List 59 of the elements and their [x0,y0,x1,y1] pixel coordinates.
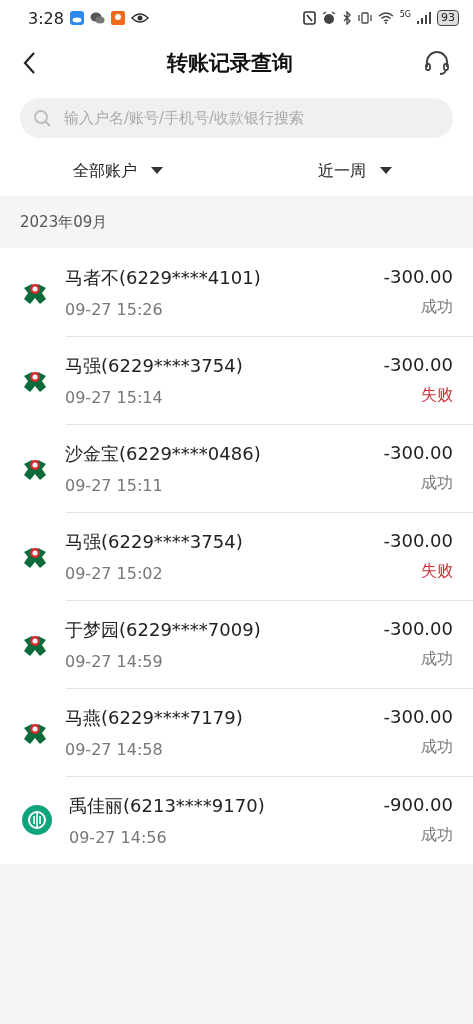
transfer-record[interactable]: 马强(6229****3754) 09-27 15:02 -300.00 失败 [0,512,473,600]
page-title: 转账记录查询 [165,50,294,77]
payee-name: 马者不(6229****4101) [65,265,262,290]
app-icon [110,11,125,25]
transfer-time: 09-27 14:59 [65,651,164,671]
signal-icon [417,12,431,24]
transfer-amount: -300.00 [383,266,453,287]
transfer-time: 09-27 14:56 [69,827,168,847]
filter-dropdown[interactable]: 全部账户 [0,159,237,183]
weather-app-icon [69,11,84,25]
transfer-record[interactable]: 沙金宝(6229****0486) 09-27 15:11 -300.00 成功 [0,424,473,512]
transfer-record[interactable]: 马者不(6229****4101) 09-27 15:26 -300.00 成功 [0,248,473,336]
payee-name: 沙金宝(6229****0486) [65,441,262,466]
transfer-record[interactable]: 禹佳丽(6213****9170) 09-27 14:56 -900.00 成功 [0,776,473,864]
month-header: 2023年09月 [20,212,108,232]
filter-dropdown[interactable]: 近一周 [236,159,473,183]
transfer-time: 09-27 15:02 [65,563,164,583]
transfer-amount: -300.00 [383,442,453,463]
bank-logo-icon [22,805,52,835]
transfer-record[interactable]: 马燕(6229****7179) 09-27 14:58 -300.00 成功 [0,688,473,776]
transfer-status: 成功 [421,649,453,670]
transfer-time: 09-27 15:11 [65,475,164,495]
transfer-amount: -900.00 [383,794,453,815]
transfer-record[interactable]: 于梦园(6229****7009) 09-27 14:59 -300.00 成功 [0,600,473,688]
chat-icon [89,12,105,24]
network-label: 5G [399,10,411,19]
transfer-time: 09-27 14:58 [65,739,164,759]
payee-name: 马强(6229****3754) [65,529,244,554]
status-time: 3:28 [28,8,64,28]
transfer-record[interactable]: 马强(6229****3754) 09-27 15:14 -300.00 失败 [0,336,473,424]
headset-icon [423,49,451,77]
transfer-time: 09-27 15:26 [65,299,164,319]
transfer-amount: -300.00 [383,706,453,727]
nfc-icon [302,11,316,25]
transfer-time: 09-27 15:14 [65,387,164,407]
eye-icon [130,12,149,24]
battery-level: 93 [437,10,459,26]
payee-name: 马强(6229****3754) [65,353,244,378]
caret-icon [151,167,164,175]
wifi-icon [377,12,394,24]
transfer-status: 成功 [421,297,453,318]
caret-icon [379,167,392,175]
payee-name: 马燕(6229****7179) [65,705,244,730]
transfer-status: 成功 [421,825,453,846]
transfer-amount: -300.00 [383,354,453,375]
transfer-amount: -300.00 [383,530,453,551]
alarm-icon [321,11,336,25]
transfer-status: 成功 [421,473,453,494]
transfer-status: 失败 [421,385,453,406]
payee-name: 于梦园(6229****7009) [65,617,262,642]
transfer-status: 失败 [421,561,453,582]
search-field[interactable]: 输入户名/账号/手机号/收款银行搜索 [20,98,453,138]
transfer-amount: -300.00 [383,618,453,639]
payee-name: 禹佳丽(6213****9170) [69,793,266,818]
bluetooth-icon [341,11,352,25]
search-icon [33,109,51,127]
back-icon [22,51,36,75]
transfer-status: 成功 [421,737,453,758]
vibrate-icon [357,12,372,24]
